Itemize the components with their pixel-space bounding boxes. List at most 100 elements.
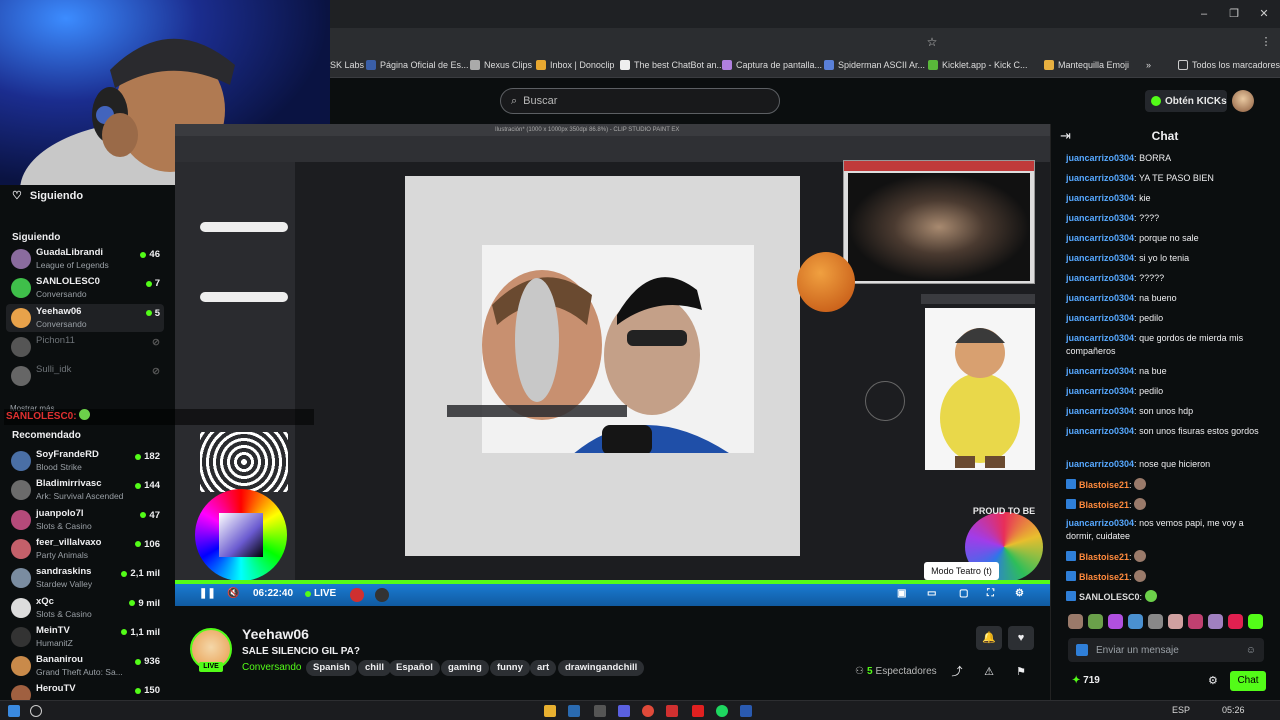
chat-message: SANLOLESC0:	[1066, 590, 1266, 604]
theater-mode-icon[interactable]: ▭	[927, 588, 936, 599]
stream-tag[interactable]: Español	[389, 660, 440, 676]
report-icon[interactable]: ⚠	[976, 660, 1002, 684]
screen-icon[interactable]: ▢	[959, 588, 968, 599]
chat-username[interactable]: Blastoise21	[1079, 572, 1129, 582]
spotify-icon[interactable]	[716, 705, 728, 717]
sidebar-channel-item[interactable]: sandraskins Stardew Valley 2,1 mil	[6, 564, 164, 592]
settings-gear-icon[interactable]: ⚙	[1015, 588, 1024, 599]
app-icon[interactable]	[594, 705, 606, 717]
chat-username[interactable]: juancarrizo0304	[1066, 459, 1134, 469]
sidebar-channel-item[interactable]: Pichon11 ⊘	[6, 333, 164, 361]
chat-username[interactable]: juancarrizo0304	[1066, 518, 1134, 528]
steam-icon[interactable]	[568, 705, 580, 717]
mute-icon[interactable]: 🔇	[227, 588, 239, 599]
pause-icon[interactable]: ❚❚	[199, 588, 216, 599]
kebab-menu-icon[interactable]: ⋮	[1258, 34, 1274, 50]
keyboard-language[interactable]: ESP	[1172, 705, 1190, 715]
chat-username[interactable]: juancarrizo0304	[1066, 233, 1134, 243]
bookmark[interactable]: SK Labs	[330, 60, 364, 70]
clock[interactable]: 05:26	[1222, 705, 1245, 715]
discord-icon[interactable]	[618, 705, 630, 717]
chrome-icon[interactable]	[642, 705, 654, 717]
youtube-icon[interactable]	[692, 705, 704, 717]
bookmark[interactable]: Kicklet.app - Kick C...	[928, 60, 1028, 70]
app-icon[interactable]	[740, 705, 752, 717]
sidebar-channel-item[interactable]: xQc Slots & Casino 9 mil	[6, 594, 164, 622]
stream-tag[interactable]: art	[530, 660, 557, 676]
explorer-icon[interactable]	[544, 705, 556, 717]
chat-username[interactable]: juancarrizo0304	[1066, 173, 1134, 183]
sidebar-channel-item[interactable]: Yeehaw06 Conversando 5	[6, 303, 164, 332]
sidebar-channel-item[interactable]: SoyFrandeRD Blood Strike 182	[6, 447, 164, 475]
chat-username[interactable]: juancarrizo0304	[1066, 253, 1134, 263]
search-taskbar-icon[interactable]	[30, 705, 42, 717]
stream-category[interactable]: Conversando	[242, 662, 301, 673]
chat-username[interactable]: juancarrizo0304	[1066, 426, 1134, 436]
stream-tag[interactable]: drawingandchill	[558, 660, 645, 676]
chat-username[interactable]: juancarrizo0304	[1066, 406, 1134, 416]
minimize-icon[interactable]: –	[1196, 6, 1212, 22]
close-icon[interactable]: ✕	[1256, 6, 1272, 22]
chat-username[interactable]: juancarrizo0304	[1066, 293, 1134, 303]
chatbot-icon[interactable]	[375, 588, 389, 602]
chat-username[interactable]: juancarrizo0304	[1066, 313, 1134, 323]
streamer-name[interactable]: Yeehaw06	[242, 626, 309, 642]
chat-username[interactable]: juancarrizo0304	[1066, 386, 1134, 396]
chat-username[interactable]: juancarrizo0304	[1066, 213, 1134, 223]
app-icon[interactable]	[666, 705, 678, 717]
follow-heart-icon[interactable]: ♥	[1008, 626, 1034, 650]
bookmarks-overflow[interactable]: »	[1146, 60, 1151, 70]
chat-username[interactable]: Blastoise21	[1079, 480, 1129, 490]
fullscreen-icon[interactable]: ⛶	[987, 588, 994, 599]
stream-tag[interactable]: funny	[490, 660, 530, 676]
sidebar-channel-item[interactable]: Sulli_idk ⊘	[6, 362, 164, 390]
bookmark[interactable]: The best ChatBot an...	[620, 60, 724, 70]
chat-username[interactable]: juancarrizo0304	[1066, 366, 1134, 376]
chat-username[interactable]: juancarrizo0304	[1066, 333, 1134, 343]
emoji-icon[interactable]: ☺	[1246, 645, 1256, 656]
user-avatar[interactable]	[1232, 90, 1254, 112]
following-nav[interactable]: ♡ Siguiendo	[12, 189, 83, 203]
video-player[interactable]: Ilustración* (1000 x 1000px 350dpi 86.8%…	[175, 124, 1050, 606]
sidebar-channel-item[interactable]: feer_villalvaxo Party Animals 106	[6, 535, 164, 563]
pip-icon[interactable]: ▣	[897, 588, 906, 599]
maximize-icon[interactable]: ❐	[1226, 6, 1242, 22]
get-kicks-button[interactable]: Obtén KICKs	[1145, 90, 1227, 112]
windows-start-icon[interactable]	[8, 705, 20, 717]
bookmark[interactable]: Spiderman ASCII Ar...	[824, 60, 925, 70]
bookmark[interactable]: Página Oficial de Es...	[366, 60, 469, 70]
chat-username[interactable]: Blastoise21	[1079, 500, 1129, 510]
chat-message-input[interactable]: Enviar un mensaje ☺	[1068, 638, 1264, 662]
bookmark[interactable]: Mantequilla Emoji	[1044, 60, 1129, 70]
sidebar-channel-item[interactable]: MeinTV HumanitZ 1,1 mil	[6, 623, 164, 651]
bookmark[interactable]: Inbox | Donoclip	[536, 60, 614, 70]
channel-name: Bananirou	[36, 654, 83, 666]
sidebar-channel-item[interactable]: GuadaLibrandi League of Legends 46	[6, 245, 164, 273]
all-bookmarks[interactable]: Todos los marcadores	[1178, 60, 1280, 70]
gift-icon[interactable]: ⚑	[1008, 660, 1034, 684]
sidebar-channel-item[interactable]: Bananirou Grand Theft Auto: Sa... 936	[6, 652, 164, 680]
star-icon[interactable]: ☆	[924, 34, 940, 50]
stream-tag[interactable]: gaming	[441, 660, 489, 676]
chat-username[interactable]: juancarrizo0304	[1066, 273, 1134, 283]
emote-bar[interactable]	[1068, 614, 1268, 632]
bookmark[interactable]: Nexus Clips	[470, 60, 532, 70]
search-input[interactable]: ⌕ Buscar	[500, 88, 780, 114]
chat-username[interactable]: juancarrizo0304	[1066, 193, 1134, 203]
sidebar-channel-item[interactable]: SANLOLESC0 Conversando 7	[6, 274, 164, 302]
viewer-count: 47	[140, 510, 160, 521]
chat-username[interactable]: juancarrizo0304	[1066, 153, 1134, 163]
chat-message: juancarrizo0304: si yo lo tenia	[1066, 253, 1190, 263]
stream-tag[interactable]: chill	[358, 660, 392, 676]
bookmark[interactable]: Captura de pantalla...	[722, 60, 822, 70]
clip-icon[interactable]	[350, 588, 364, 602]
send-chat-button[interactable]: Chat	[1230, 671, 1266, 691]
sidebar-channel-item[interactable]: Bladimirrivasc Ark: Survival Ascended 144	[6, 476, 164, 504]
chat-username[interactable]: Blastoise21	[1079, 552, 1129, 562]
stream-tag[interactable]: Spanish	[306, 660, 357, 676]
sidebar-channel-item[interactable]: juanpolo7l Slots & Casino 47	[6, 506, 164, 534]
share-icon[interactable]: ⤴	[944, 660, 970, 684]
chat-username[interactable]: SANLOLESC0	[1079, 592, 1140, 602]
chat-settings-gear-icon[interactable]: ⚙	[1208, 674, 1218, 687]
bell-icon[interactable]: 🔔	[976, 626, 1002, 650]
